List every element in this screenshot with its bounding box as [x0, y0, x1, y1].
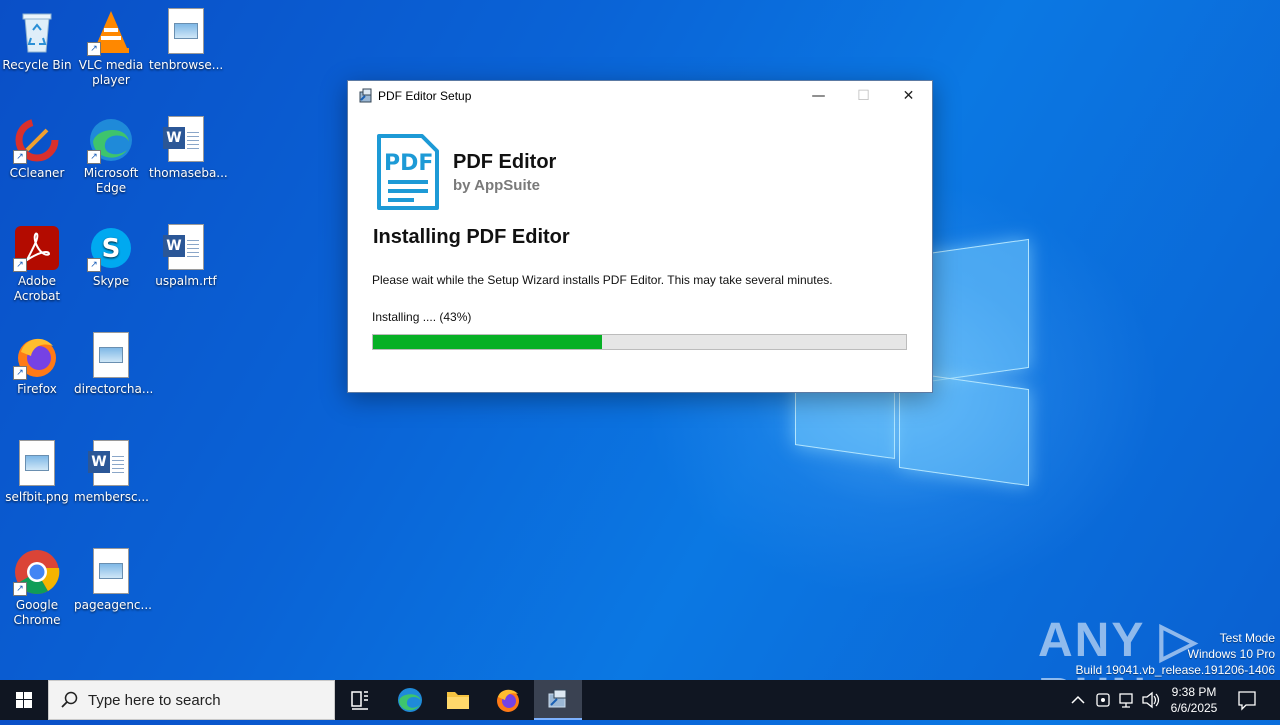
desktop-icon-recycle-bin[interactable]: Recycle Bin [0, 2, 74, 73]
desktop-icon-firefox[interactable]: ↗ Firefox [0, 326, 74, 397]
taskbar-edge[interactable] [386, 680, 434, 720]
desktop-icon-directorcha[interactable]: directorcha... [74, 326, 154, 397]
tray-device-icon [1096, 693, 1110, 707]
install-progress-bar [372, 334, 907, 350]
desktop-icon-label: selfbit.png [5, 490, 69, 504]
install-description: Please wait while the Setup Wizard insta… [372, 273, 833, 287]
taskbar-file-explorer[interactable] [434, 680, 482, 720]
desktop-icon-vlc[interactable]: ↗ VLC media player [74, 2, 148, 88]
app-vendor: by AppSuite [453, 177, 540, 194]
notification-icon [1238, 691, 1256, 711]
watermark-line2: Windows 10 Pro [1187, 647, 1275, 661]
logo-text: PDF [384, 151, 433, 176]
network-button[interactable] [1116, 680, 1138, 720]
desktop-icon-label: Adobe Acrobat [13, 274, 61, 303]
desktop-icon-pageagenc[interactable]: pageagenc... [74, 542, 152, 613]
image-file-icon [162, 8, 210, 56]
desktop-icon-label: pageagenc... [74, 598, 152, 612]
install-status: Installing .... (43%) [372, 310, 472, 324]
task-view-button[interactable] [336, 680, 384, 720]
edge-icon: ↗ [87, 116, 135, 164]
start-button[interactable] [0, 680, 48, 720]
recycle-bin-icon [13, 8, 61, 56]
ccleaner-icon: ↗ [13, 116, 61, 164]
desktop-icon-microsoft-edge[interactable]: ↗ Microsoft Edge [74, 110, 148, 196]
watermark-line1: Test Mode [1219, 631, 1275, 645]
dialog-titlebar[interactable]: PDF Editor Setup — ☐ ✕ [348, 81, 932, 111]
tray-app-button[interactable] [1092, 680, 1114, 720]
word-document-icon: W [162, 224, 210, 272]
edge-icon [398, 688, 422, 712]
desktop-icon-label: Google Chrome [13, 598, 61, 627]
notifications-button[interactable] [1232, 680, 1262, 720]
desktop: Recycle Bin ↗ CCleaner ↗ Adobe Acrobat ↗… [0, 0, 1280, 680]
desktop-icon-label: Recycle Bin [2, 58, 72, 72]
installer-icon [548, 689, 567, 708]
chrome-icon: ↗ [13, 548, 61, 596]
image-file-icon [13, 440, 61, 488]
taskbar-clock[interactable]: 9:38 PM 6/6/2025 [1158, 684, 1230, 716]
minimize-button[interactable]: — [796, 81, 841, 111]
desktop-icon-label: directorcha... [74, 382, 154, 396]
task-view-icon [351, 691, 368, 710]
desktop-icon-skype[interactable]: S ↗ Skype [74, 218, 148, 289]
show-hidden-icons-button[interactable] [1068, 680, 1088, 720]
clock-time: 9:38 PM [1171, 685, 1217, 699]
search-icon [61, 691, 78, 708]
app-name: PDF Editor [453, 151, 557, 173]
watermark-line3: Build 19041.vb_release.191206-1406 [1075, 663, 1276, 677]
pdf-editor-logo: PDF [376, 133, 440, 211]
network-icon [1119, 693, 1133, 708]
firefox-icon: ↗ [13, 332, 61, 380]
close-button[interactable]: ✕ [886, 81, 931, 111]
taskbar-pdf-editor-setup[interactable] [534, 680, 582, 720]
taskbar-firefox[interactable] [484, 680, 532, 720]
desktop-icon-uspalm[interactable]: W uspalm.rtf [149, 218, 223, 289]
vlc-icon: ↗ [87, 8, 135, 56]
image-file-icon [87, 548, 135, 596]
folder-icon [447, 692, 469, 709]
desktop-icon-label: membersc... [74, 490, 149, 504]
adobe-acrobat-icon: ↗ [13, 224, 61, 272]
desktop-icon-label: VLC media player [78, 58, 144, 87]
clock-date: 6/6/2025 [1170, 701, 1218, 715]
windows-start-icon [16, 692, 32, 708]
chevron-up-icon [1071, 695, 1085, 704]
desktop-icon-selfbit[interactable]: selfbit.png [0, 434, 74, 505]
desktop-icon-label: CCleaner [9, 166, 65, 180]
installer-icon [358, 88, 374, 104]
desktop-icon-label: tenbrowse... [149, 58, 224, 72]
desktop-icon-membersc[interactable]: W membersc... [74, 434, 149, 505]
skype-icon: S ↗ [87, 224, 135, 272]
maximize-button[interactable]: ☐ [841, 81, 886, 111]
taskbar: Type here to search 9:38 PM 6/6/2025 [0, 680, 1280, 720]
desktop-icon-tenbrowse[interactable]: tenbrowse... [149, 2, 223, 73]
svg-text:S: S [102, 234, 121, 264]
desktop-icon-label: Microsoft Edge [83, 166, 139, 195]
desktop-icon-label: thomaseba... [149, 166, 228, 180]
progress-fill [373, 335, 603, 349]
desktop-icon-ccleaner[interactable]: ↗ CCleaner [0, 110, 74, 181]
desktop-icon-adobe-acrobat[interactable]: ↗ Adobe Acrobat [0, 218, 74, 304]
taskbar-search-box[interactable]: Type here to search [48, 680, 335, 720]
desktop-icon-label: Skype [92, 274, 130, 288]
desktop-icon-label: Firefox [17, 382, 57, 396]
desktop-icon-google-chrome[interactable]: ↗ Google Chrome [0, 542, 74, 628]
test-mode-watermark: Test Mode Windows 10 Pro Build 19041.vb_… [1076, 630, 1276, 678]
word-document-icon: W [87, 440, 135, 488]
word-document-icon: W [162, 116, 210, 164]
image-file-icon [87, 332, 135, 380]
install-heading: Installing PDF Editor [373, 226, 570, 248]
firefox-icon [497, 689, 519, 712]
desktop-icon-label: uspalm.rtf [155, 274, 217, 288]
search-placeholder: Type here to search [88, 692, 221, 709]
setup-dialog: PDF Editor Setup — ☐ ✕ PDF PDF Editor by… [347, 80, 933, 393]
dialog-title: PDF Editor Setup [378, 89, 472, 103]
desktop-icon-thomaseba[interactable]: W thomaseba... [149, 110, 228, 181]
